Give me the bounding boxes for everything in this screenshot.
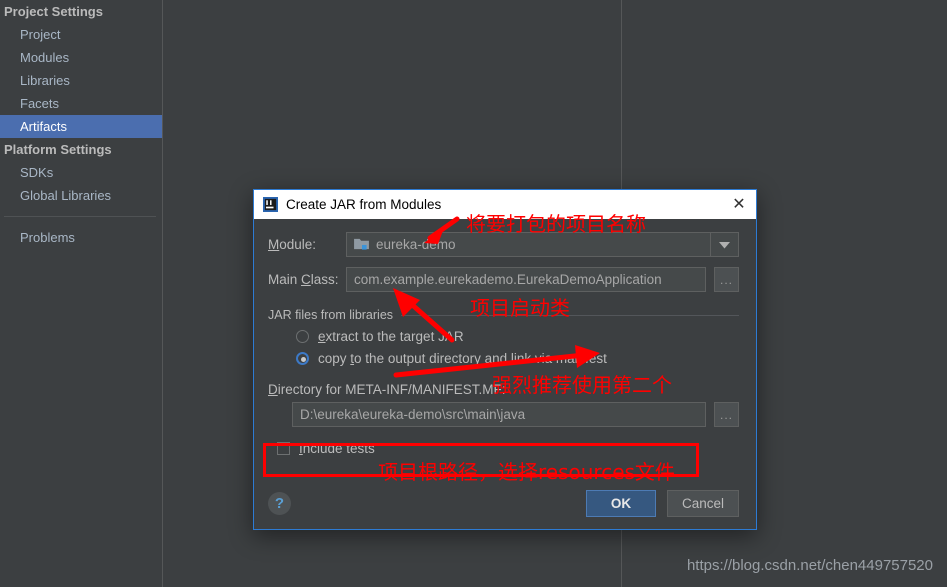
close-icon[interactable]: ✕ bbox=[728, 194, 750, 216]
group-separator-line bbox=[401, 314, 739, 316]
directory-row: D:\eureka\eureka-demo\src\main\java ... bbox=[268, 402, 739, 427]
sidebar-item-project[interactable]: Project bbox=[0, 23, 162, 46]
dialog-titlebar: Create JAR from Modules ✕ bbox=[254, 190, 756, 219]
tree-group-platform-settings: Platform Settings bbox=[4, 142, 112, 157]
sidebar-item-libraries[interactable]: Libraries bbox=[0, 69, 162, 92]
sidebar-item-sdks[interactable]: SDKs bbox=[0, 161, 162, 184]
sidebar-item-modules[interactable]: Modules bbox=[0, 46, 162, 69]
ok-button[interactable]: OK bbox=[585, 490, 656, 517]
pane-divider-left bbox=[162, 0, 163, 587]
sidebar-item-artifacts[interactable]: Artifacts bbox=[0, 115, 162, 138]
module-value-text: eureka-demo bbox=[376, 237, 456, 252]
watermark-text: https://blog.csdn.net/chen449757520 bbox=[686, 557, 933, 574]
radio-button-checked-icon[interactable] bbox=[296, 352, 309, 365]
help-icon[interactable]: ? bbox=[268, 492, 291, 515]
include-tests-row[interactable]: Include tests bbox=[268, 441, 739, 456]
project-settings-tree[interactable]: Project Settings Project Modules Librari… bbox=[0, 0, 162, 587]
main-class-label: Main Class: bbox=[268, 272, 339, 287]
module-combobox[interactable]: eureka-demo bbox=[346, 232, 739, 257]
sidebar-item-facets[interactable]: Facets bbox=[0, 92, 162, 115]
jar-libraries-group-caption: JAR files from libraries bbox=[268, 308, 394, 322]
directory-label: Directory for META-INF/MANIFEST.MF: bbox=[268, 382, 506, 397]
sidebar-divider bbox=[4, 216, 156, 217]
radio-copy-to-output-directory[interactable]: copy to the output directory and link vi… bbox=[268, 351, 739, 366]
main-class-browse-button[interactable]: ... bbox=[714, 267, 739, 292]
chevron-down-icon[interactable] bbox=[710, 233, 738, 256]
directory-browse-button[interactable]: ... bbox=[714, 402, 739, 427]
sidebar-item-problems[interactable]: Problems bbox=[0, 226, 162, 249]
dialog-body: Module: eureka-demo Main Class: com.exam… bbox=[254, 219, 756, 529]
ide-background: Project Settings Project Modules Librari… bbox=[0, 0, 947, 587]
radio-button-unchecked-icon[interactable] bbox=[296, 330, 309, 343]
create-jar-dialog: Create JAR from Modules ✕ Module: eureka… bbox=[253, 189, 757, 530]
dialog-footer: ? OK Cancel bbox=[268, 490, 739, 517]
module-row: Module: eureka-demo bbox=[268, 232, 739, 257]
cancel-button[interactable]: Cancel bbox=[666, 490, 739, 517]
intellij-idea-icon bbox=[263, 197, 278, 212]
radio-extract-label: extract to the target JAR bbox=[318, 329, 464, 344]
radio-extract-to-target-jar[interactable]: extract to the target JAR bbox=[268, 329, 739, 344]
module-folder-icon bbox=[354, 238, 369, 250]
jar-libraries-group-header: JAR files from libraries bbox=[268, 308, 739, 322]
dialog-title: Create JAR from Modules bbox=[286, 197, 442, 212]
module-label: Module: bbox=[268, 237, 317, 252]
module-combobox-value-wrap: eureka-demo bbox=[347, 237, 710, 252]
main-class-input[interactable]: com.example.eurekademo.EurekaDemoApplica… bbox=[346, 267, 706, 292]
main-class-row: Main Class: com.example.eurekademo.Eurek… bbox=[268, 267, 739, 292]
radio-copy-label: copy to the output directory and link vi… bbox=[318, 351, 607, 366]
include-tests-label: Include tests bbox=[299, 441, 375, 456]
tree-group-project-settings: Project Settings bbox=[4, 4, 103, 19]
checkbox-unchecked-icon[interactable] bbox=[277, 442, 290, 455]
sidebar-item-global-libraries[interactable]: Global Libraries bbox=[0, 184, 162, 207]
directory-input[interactable]: D:\eureka\eureka-demo\src\main\java bbox=[292, 402, 706, 427]
